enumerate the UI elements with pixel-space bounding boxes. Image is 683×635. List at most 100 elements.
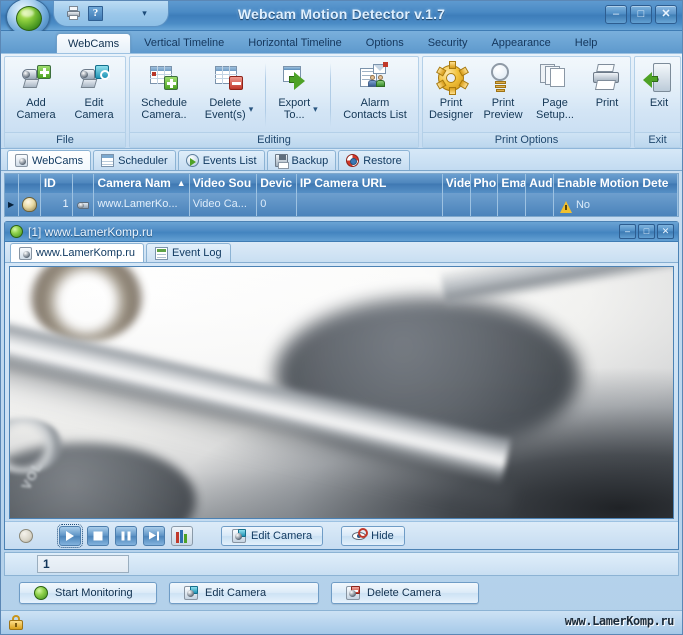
hide-eye-icon [352, 527, 369, 543]
edit-camera-button[interactable]: Edit Camera [65, 60, 123, 121]
ribbon-group-label-editing: Editing [130, 132, 418, 147]
edit-camera-icon [232, 528, 246, 543]
col-id[interactable]: ID [41, 174, 73, 193]
cell-ip-camera-url [297, 193, 443, 216]
sidebar-item-restore[interactable]: Restore [338, 150, 410, 170]
chevron-down-icon[interactable]: ▾ [249, 103, 254, 115]
schedule-camera-icon [148, 62, 180, 94]
print-button[interactable]: Print [581, 60, 633, 109]
ribbon-tab-security[interactable]: Security [417, 33, 479, 53]
ribbon-group-file: Add Camera Edit Camera File [4, 56, 126, 148]
page-setup-button[interactable]: Page Setup... [529, 60, 581, 121]
col-photo[interactable]: Pho [471, 174, 499, 193]
col-enable-motion-detection[interactable]: Enable Motion Dete [554, 174, 679, 193]
play-icon[interactable] [57, 523, 83, 548]
tab-label: Backup [291, 154, 329, 167]
title-bar: ? Webcam Motion Detector v.1.7 – □ ✕ [1, 0, 682, 36]
edit-camera-label: Edit Camera [251, 529, 313, 542]
col-video[interactable]: Vide [443, 174, 471, 193]
cell-enable-motion-detection: No [554, 193, 678, 216]
col-device[interactable]: Devic [257, 174, 297, 193]
print-preview-button[interactable]: Print Preview [477, 60, 529, 121]
sidebar-item-webcams[interactable]: WebCams [7, 150, 92, 170]
ribbon-group-label-exit: Exit [635, 132, 680, 147]
motion-detection-value: No [575, 198, 591, 211]
print-preview-label: Print Preview [483, 97, 523, 121]
minimize-button[interactable]: – [605, 5, 627, 24]
table-row[interactable]: ▶ 1 www.LamerKo... Video Ca... 0 No [5, 193, 678, 216]
pages-icon [539, 62, 571, 94]
edit-camera-icon [184, 586, 198, 600]
export-to-label: Export To... [278, 97, 311, 121]
col-indicator[interactable] [5, 174, 19, 193]
start-monitoring-button[interactable]: Start Monitoring [19, 582, 157, 604]
col-thumb[interactable] [73, 174, 95, 193]
ribbon-tab-webcams[interactable]: WebCams [56, 33, 132, 53]
print-designer-button[interactable]: Print Designer [425, 60, 477, 121]
camera-control-bar: Edit Camera Hide [5, 521, 678, 549]
next-frame-icon[interactable] [143, 525, 165, 546]
alarm-contacts-button[interactable]: Alarm Contacts List [334, 60, 416, 121]
floppy-disk-icon [274, 154, 289, 169]
sidebar-item-events-list[interactable]: Events List [177, 150, 265, 170]
status-led-icon [19, 528, 33, 543]
ribbon-tab-help[interactable]: Help [564, 33, 609, 53]
ribbon-tab-vertical-timeline[interactable]: Vertical Timeline [133, 33, 235, 53]
webcam-frame-image: VOL [10, 267, 673, 518]
col-video-source[interactable]: Video Sou [190, 174, 258, 193]
camera-small-icon [73, 193, 95, 216]
printer-icon[interactable] [66, 6, 81, 21]
hide-button[interactable]: Hide [341, 525, 405, 546]
equalizer-icon[interactable] [171, 525, 193, 546]
camera-count-field[interactable]: 1 [37, 555, 129, 573]
child-minimize-button[interactable]: – [619, 224, 636, 239]
chevron-down-icon[interactable]: ▾ [313, 103, 318, 115]
sidebar-item-backup[interactable]: Backup [266, 150, 337, 170]
calendar-grid-icon [101, 154, 115, 167]
col-audio[interactable]: Aud [526, 174, 555, 193]
child-maximize-button[interactable]: □ [638, 224, 655, 239]
tab-camera-view[interactable]: www.LamerKomp.ru [10, 243, 145, 262]
col-email[interactable]: Ema [498, 174, 527, 193]
ribbon-separator [330, 63, 331, 127]
help-icon[interactable]: ? [88, 6, 103, 21]
maximize-button[interactable]: □ [630, 5, 652, 24]
lock-icon [9, 615, 23, 630]
edit-camera-label: Edit Camera [205, 587, 267, 599]
section-tab-strip: WebCams Scheduler Events List Backup Res… [1, 149, 682, 171]
col-ip-camera-url[interactable]: IP Camera URL [297, 174, 443, 193]
status-bar: www.LamerKomp.ru [1, 610, 682, 634]
camera-video-preview[interactable]: VOL [9, 266, 674, 519]
cell-photo [471, 193, 499, 216]
webcam-icon [15, 154, 28, 167]
exit-button[interactable]: Exit [637, 60, 681, 109]
schedule-camera-button[interactable]: Schedule Camera.. [132, 60, 196, 121]
child-window-controls: – □ ✕ [619, 224, 674, 239]
chevron-down-icon[interactable] [139, 8, 150, 19]
cell-email [498, 193, 527, 216]
ribbon-tab-appearance[interactable]: Appearance [480, 33, 561, 53]
tab-event-log[interactable]: Event Log [146, 243, 231, 262]
child-close-button[interactable]: ✕ [657, 224, 674, 239]
pause-icon[interactable] [115, 525, 137, 546]
ribbon-tab-horizontal-timeline[interactable]: Horizontal Timeline [237, 33, 353, 53]
col-camera-name[interactable]: Camera Nam ▲ [94, 174, 190, 193]
delete-camera-icon [346, 586, 360, 600]
sidebar-item-scheduler[interactable]: Scheduler [93, 150, 176, 170]
col-icon[interactable] [19, 174, 41, 193]
add-camera-button[interactable]: Add Camera [7, 60, 65, 121]
edit-camera-button[interactable]: Edit Camera [221, 525, 324, 546]
magnifier-icon [487, 62, 519, 94]
print-designer-label: Print Designer [428, 97, 474, 121]
ribbon-tab-options[interactable]: Options [355, 33, 415, 53]
export-to-button[interactable]: Export To... ▾ [269, 60, 327, 121]
edit-camera-button[interactable]: Edit Camera [169, 582, 319, 604]
delete-camera-button[interactable]: Delete Camera [331, 582, 479, 604]
stop-icon[interactable] [87, 525, 109, 546]
tab-label: www.LamerKomp.ru [36, 247, 136, 259]
cell-video [443, 193, 471, 216]
close-button[interactable]: ✕ [655, 5, 677, 24]
tab-label: Scheduler [118, 154, 168, 167]
schedule-camera-label: Schedule Camera.. [141, 97, 187, 121]
delete-events-button[interactable]: Delete Event(s) ▾ [196, 60, 262, 121]
